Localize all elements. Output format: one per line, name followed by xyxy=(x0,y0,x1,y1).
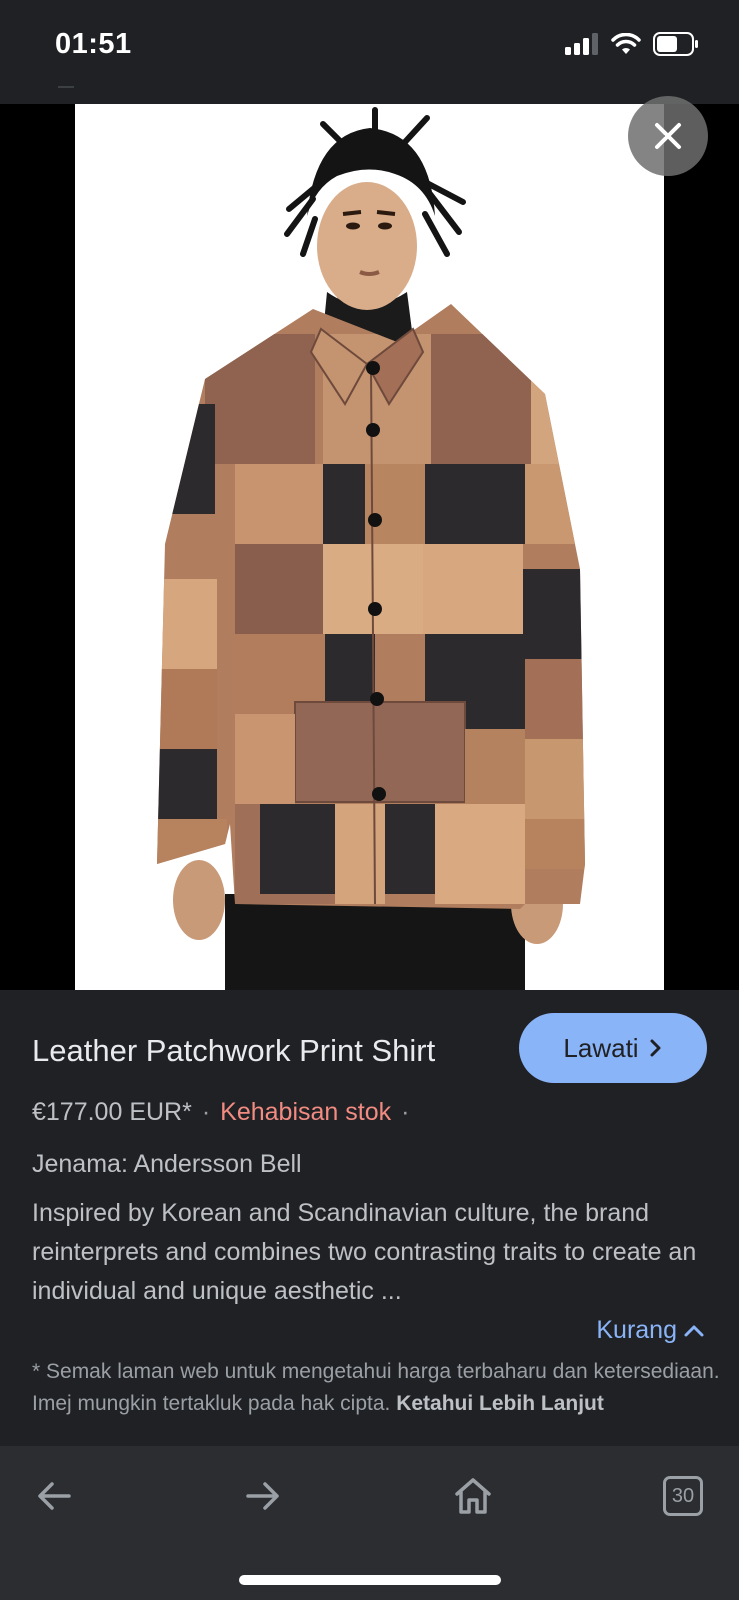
product-image[interactable] xyxy=(75,104,664,990)
signal-icon xyxy=(565,33,598,55)
forward-arrow-icon xyxy=(246,1482,279,1510)
tabs-button[interactable]: 30 xyxy=(653,1466,713,1526)
tab-count: 30 xyxy=(671,1484,695,1507)
separator-dot: · xyxy=(201,1098,211,1126)
tab-indicator xyxy=(58,86,74,88)
status-icons xyxy=(565,32,699,56)
separator-dot-end: · xyxy=(401,1098,410,1126)
home-indicator xyxy=(239,1575,501,1585)
learn-more-link[interactable]: Ketahui Lebih Lanjut xyxy=(396,1392,604,1415)
product-title: Leather Patchwork Print Shirt xyxy=(32,1033,436,1068)
close-button[interactable] xyxy=(628,96,708,176)
disclaimer-text: * Semak laman web untuk mengetahui harga… xyxy=(32,1360,720,1415)
visit-button[interactable]: Lawati xyxy=(519,1013,707,1083)
tab-count-box: 30 xyxy=(663,1476,703,1516)
stock-status: Kehabisan stok xyxy=(220,1098,392,1126)
price: €177.00 EUR* xyxy=(32,1098,192,1126)
chevron-up-icon xyxy=(684,1325,704,1336)
wifi-icon xyxy=(611,33,641,54)
back-arrow-icon xyxy=(38,1482,71,1510)
price-row: €177.00 EUR* · Kehabisan stok · xyxy=(32,1098,419,1127)
show-less-label: Kurang xyxy=(596,1316,677,1344)
chevron-right-icon xyxy=(650,1039,661,1057)
back-button[interactable] xyxy=(24,1466,84,1526)
show-less-link[interactable]: Kurang xyxy=(596,1316,705,1345)
battery-icon xyxy=(653,32,698,56)
status-bar: 01:51 xyxy=(0,0,739,104)
brand-line: Jenama: Andersson Bell xyxy=(32,1150,302,1178)
status-time: 01:51 xyxy=(55,28,132,60)
product-description: Inspired by Korean and Scandinavian cult… xyxy=(32,1199,697,1305)
image-viewer xyxy=(0,104,739,990)
home-icon xyxy=(455,1478,491,1514)
disclaimer: * Semak laman web untuk mengetahui harga… xyxy=(32,1356,722,1420)
close-icon xyxy=(655,123,681,149)
visit-button-label: Lawati xyxy=(563,1032,639,1063)
model-illustration xyxy=(157,107,585,990)
forward-button[interactable] xyxy=(233,1466,293,1526)
home-button[interactable] xyxy=(443,1466,503,1526)
